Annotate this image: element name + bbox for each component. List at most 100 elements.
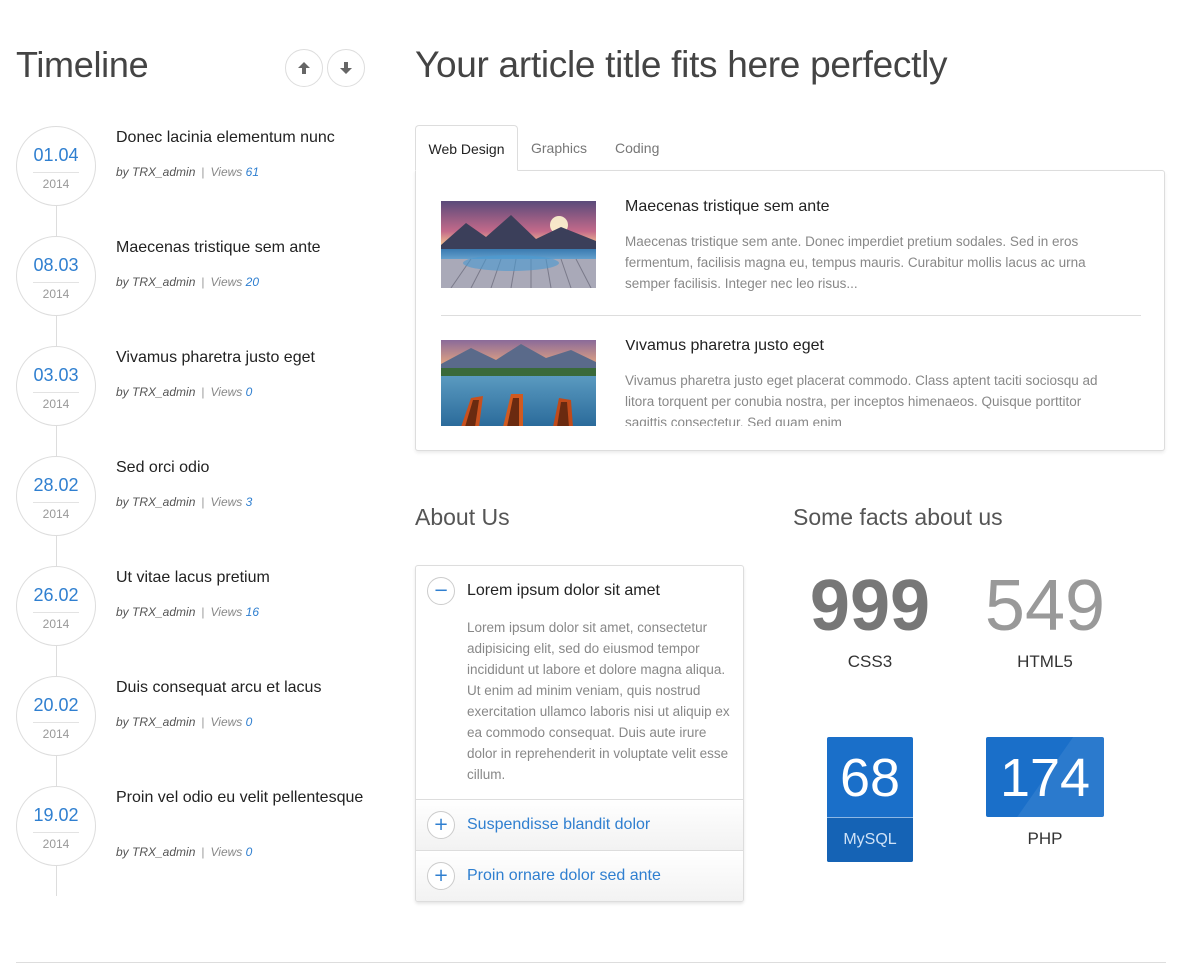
post-meta: by TRX_admin | Views 3 <box>116 495 253 509</box>
timeline-post-title[interactable]: Maecenas tristique sem ante <box>116 238 366 258</box>
timeline-post-title[interactable]: Vivamus pharetra justo eget <box>116 348 366 368</box>
post-title[interactable]: Maecenas tristique sem ante <box>625 198 830 216</box>
views-count: 20 <box>245 275 259 289</box>
post-title[interactable]: Vivamus pharetra justo eget <box>625 340 824 355</box>
post-author[interactable]: by TRX_admin <box>116 275 195 289</box>
views-label: Views <box>210 715 243 729</box>
article-title: Your article title fits here perfectly <box>415 44 948 85</box>
fact-mysql: 68 MySQL <box>827 737 913 862</box>
accordion-heading[interactable]: Proin ornare dolor sed ante <box>467 867 661 885</box>
timeline-up-button[interactable] <box>285 49 323 87</box>
views-label: Views <box>210 385 243 399</box>
post-meta: by TRX_admin | Views 0 <box>116 715 253 729</box>
fact-label: MySQL <box>827 818 913 862</box>
accordion-body: Lorem ipsum dolor sit amet, consectetur … <box>467 620 730 782</box>
date-day: 26.02 <box>33 585 79 605</box>
tab-coding[interactable]: Coding <box>615 125 659 171</box>
post-author[interactable]: by TRX_admin <box>116 845 195 859</box>
views-count: 0 <box>245 845 253 859</box>
date-day: 20.02 <box>33 695 79 715</box>
footer-divider <box>16 962 1166 963</box>
timeline-widget: Timeline 01.04 2014 Donec lacinia elemen… <box>16 0 368 900</box>
date-circle: 20.02 2014 <box>16 676 96 756</box>
date-day: 19.02 <box>33 805 79 825</box>
post-item: Maecenas tristique sem ante Maecenas tri… <box>441 198 1141 316</box>
post-meta: by TRX_admin | Views 20 <box>116 275 259 289</box>
fact-php-label: PHP <box>1027 829 1063 848</box>
fact-css3: 999 CSS3 <box>793 570 947 672</box>
date-year: 2014 <box>42 397 70 411</box>
date-day: 28.02 <box>33 475 79 495</box>
date-day: 08.03 <box>33 255 79 275</box>
views-count: 61 <box>245 165 259 179</box>
accordion-section-open: − Lorem ipsum dolor sit amet Lorem ipsum… <box>416 566 743 800</box>
views-label: Views <box>210 275 243 289</box>
date-day: 03.03 <box>33 365 79 385</box>
date-year: 2014 <box>42 727 70 741</box>
views-label: Views <box>210 495 243 509</box>
post-excerpt: Maecenas tristique sem ante. Donec imper… <box>625 234 1086 291</box>
tab-panel: Maecenas tristique sem ante Maecenas tri… <box>415 170 1165 451</box>
fact-label: CSS3 <box>847 652 893 671</box>
date-day: 01.04 <box>33 145 79 165</box>
date-circle: 19.02 2014 <box>16 786 96 866</box>
post-meta: by TRX_admin | Views 0 <box>116 385 253 399</box>
date-circle: 26.02 2014 <box>16 566 96 646</box>
views-label: Views <box>210 165 243 179</box>
timeline-post-title[interactable]: Proin vel odio eu velit pellentesque <box>116 788 366 808</box>
views-label: Views <box>210 605 243 619</box>
fact-value: 999 <box>809 566 931 646</box>
post-meta: by TRX_admin | Views 61 <box>116 165 259 179</box>
plus-icon[interactable]: + <box>427 862 455 890</box>
plus-icon[interactable]: + <box>427 811 455 839</box>
date-year: 2014 <box>42 617 70 631</box>
arrow-down-icon <box>340 62 352 74</box>
views-count: 3 <box>245 495 253 509</box>
date-circle: 03.03 2014 <box>16 346 96 426</box>
accordion-heading[interactable]: Lorem ipsum dolor sit amet <box>467 582 660 600</box>
timeline-item: 28.02 2014 Sed orci odio by TRX_admin | Vi… <box>16 456 368 566</box>
tab-web-design[interactable]: Web Design <box>415 125 518 171</box>
post-author[interactable]: by TRX_admin <box>116 605 195 619</box>
accordion-section[interactable]: + Suspendisse blandit dolor <box>416 800 743 851</box>
post-meta: by TRX_admin | Views 16 <box>116 605 259 619</box>
date-circle: 08.03 2014 <box>16 236 96 316</box>
views-label: Views <box>210 845 243 859</box>
timeline-item: 19.02 2014 Proin vel odio eu velit pelle… <box>16 786 368 896</box>
facts-title: Some facts about us <box>793 504 1003 530</box>
timeline-post-title[interactable]: Duis consequat arcu et lacus <box>116 678 366 698</box>
views-count: 0 <box>245 715 253 729</box>
timeline-item: 20.02 2014 Duis consequat arcu et lacus … <box>16 676 368 786</box>
post-thumbnail[interactable] <box>441 340 596 426</box>
date-year: 2014 <box>42 177 70 191</box>
views-count: 16 <box>245 605 259 619</box>
date-circle: 01.04 2014 <box>16 126 96 206</box>
post-meta: by TRX_admin | Views 0 <box>116 845 253 859</box>
about-title: About Us <box>415 504 510 530</box>
accordion-section[interactable]: + Proin ornare dolor sed ante <box>416 851 743 901</box>
date-year: 2014 <box>42 287 70 301</box>
post-thumbnail[interactable] <box>441 201 596 288</box>
timeline-post-title[interactable]: Sed orci odio <box>116 458 366 478</box>
date-circle: 28.02 2014 <box>16 456 96 536</box>
fact-value: 68 <box>839 748 901 808</box>
timeline-post-title[interactable]: Donec lacinia elementum nunc <box>116 128 366 148</box>
timeline-down-button[interactable] <box>327 49 365 87</box>
post-author[interactable]: by TRX_admin <box>116 385 195 399</box>
post-author[interactable]: by TRX_admin <box>116 495 195 509</box>
fact-value: 549 <box>984 566 1106 646</box>
date-year: 2014 <box>42 507 70 521</box>
timeline-title: Timeline <box>16 44 149 85</box>
post-excerpt: Vivamus pharetra justo eget placerat com… <box>625 373 1098 426</box>
timeline-post-title[interactable]: Ut vitae lacus pretium <box>116 568 366 588</box>
minus-icon[interactable]: − <box>427 577 455 605</box>
post-author[interactable]: by TRX_admin <box>116 165 195 179</box>
date-year: 2014 <box>42 837 70 851</box>
timeline-item: 01.04 2014 Donec lacinia elementum nunc … <box>16 126 368 236</box>
accordion-heading[interactable]: Suspendisse blandit dolor <box>467 816 650 834</box>
views-count: 0 <box>245 385 253 399</box>
timeline-item: 03.03 2014 Vivamus pharetra justo eget b… <box>16 346 368 456</box>
post-author[interactable]: by TRX_admin <box>116 715 195 729</box>
tab-graphics[interactable]: Graphics <box>531 125 587 171</box>
arrow-up-icon <box>298 62 310 74</box>
